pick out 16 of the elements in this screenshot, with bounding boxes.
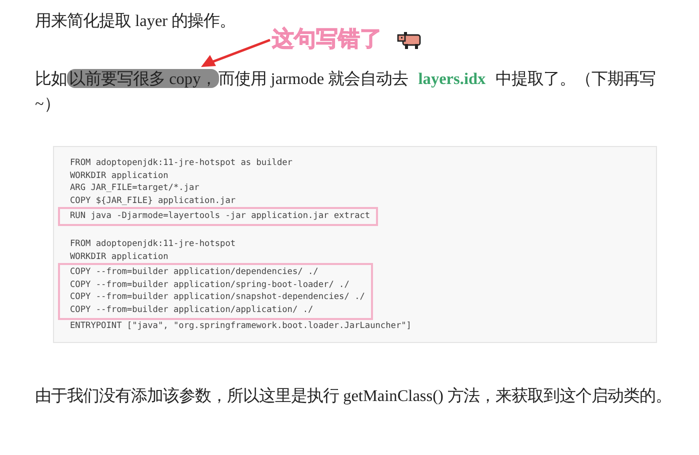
code-line: COPY --from=builder application/application/ ./ bbox=[70, 304, 314, 317]
code-line: COPY --from=builder application/spring-boot-loader/ ./ bbox=[70, 278, 350, 292]
code-line: COPY --from=builder application/snapshot-dependencies/ ./ bbox=[70, 291, 365, 304]
annotation-text: 这句写错了 bbox=[272, 26, 382, 54]
code-line: RUN java -Djarmode=layertools -jar application.jar extract bbox=[70, 210, 370, 223]
code-line: ARG JAR_FILE=target/*.jar bbox=[70, 182, 200, 195]
code-line: FROM adoptopenjdk:11-jre-hotspot bbox=[70, 238, 236, 251]
code-line: COPY --from=builder application/dependencies/ ./ bbox=[70, 266, 320, 279]
paragraph-text: 由于我们没有添加该参数，所以这里是执行 getMainClass() 方法，来获取到这个启动类的。 bbox=[35, 385, 673, 408]
paragraph-text: 比如 以前要写很多 copy，而使用 jarmode 就会自动去 layers.idx 中提取了。（下期再写~） bbox=[35, 68, 657, 115]
code-line: ENTRYPOINT ["java", "org.springframework.boot.loader.JarLauncher"] bbox=[70, 320, 412, 332]
code-line: WORKDIR application bbox=[70, 250, 170, 264]
code-line: WORKDIR application bbox=[70, 170, 170, 182]
code-line: FROM adoptopenjdk:11-jre-hotspot as builder bbox=[70, 157, 292, 170]
paragraph-text: 用来简化提取 layer 的操作。 bbox=[35, 10, 237, 32]
code-line: COPY ${JAR_FILE} application.jar bbox=[70, 194, 237, 208]
